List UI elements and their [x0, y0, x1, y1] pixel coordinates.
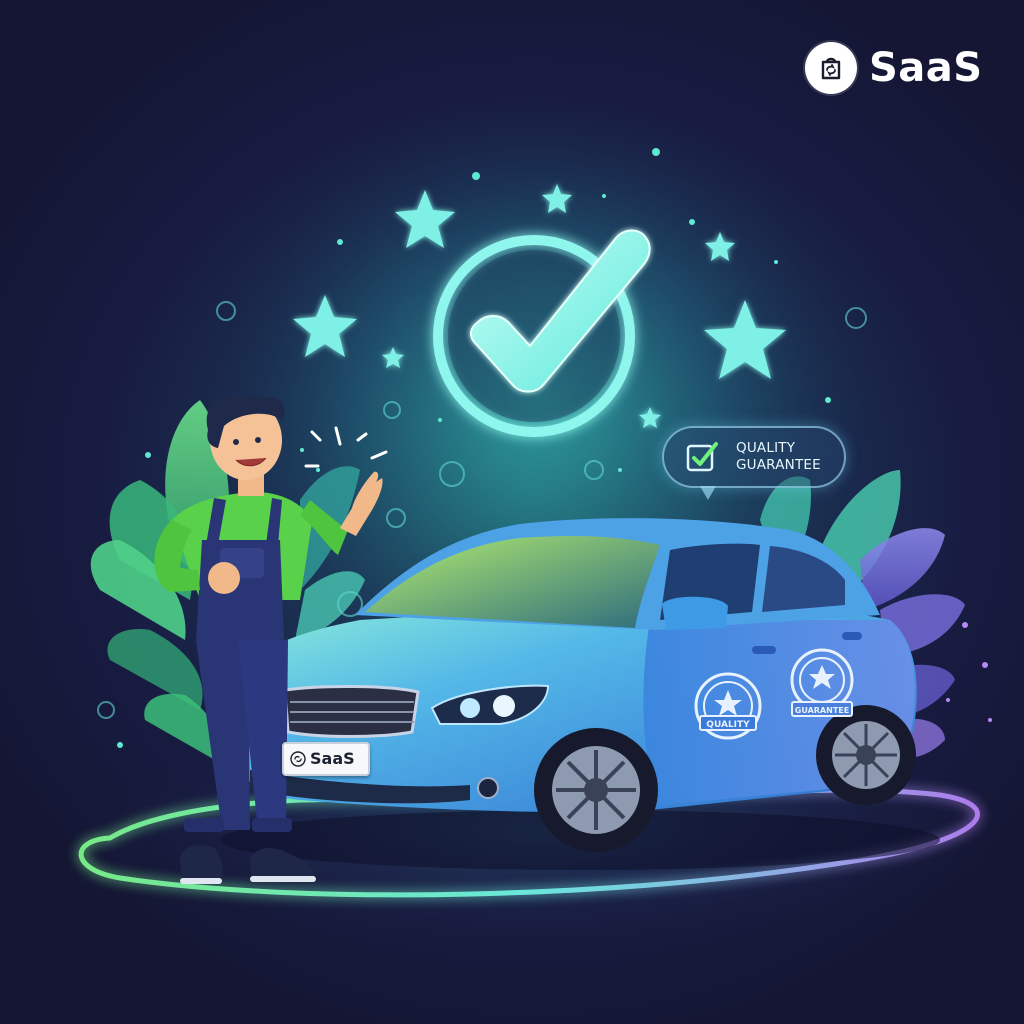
- checkbox-icon: [686, 440, 720, 474]
- quality-guarantee-text: QUALITY GUARANTEE: [736, 440, 840, 474]
- scene-artwork: QUALITY GUARANTEE: [78, 100, 1000, 950]
- seal-front-text: QUALITY: [706, 720, 750, 730]
- badge-line-2: GUARANTEE: [736, 457, 821, 473]
- seal-rear-text: GUARANTEE: [795, 706, 849, 715]
- illustration-canvas: QUALITY GUARANTEE SaaS QUALITY GUARANTEE…: [0, 0, 1024, 1024]
- badge-line-1: QUALITY: [736, 440, 796, 456]
- brand-header: SaaS: [805, 42, 983, 94]
- bag-sync-icon: [290, 751, 306, 767]
- bag-sync-icon: [805, 42, 857, 94]
- bubble-tail: [700, 486, 716, 500]
- brand-name: SaaS: [869, 45, 983, 91]
- plate-text: SaaS: [310, 749, 355, 768]
- license-plate: SaaS: [282, 742, 370, 776]
